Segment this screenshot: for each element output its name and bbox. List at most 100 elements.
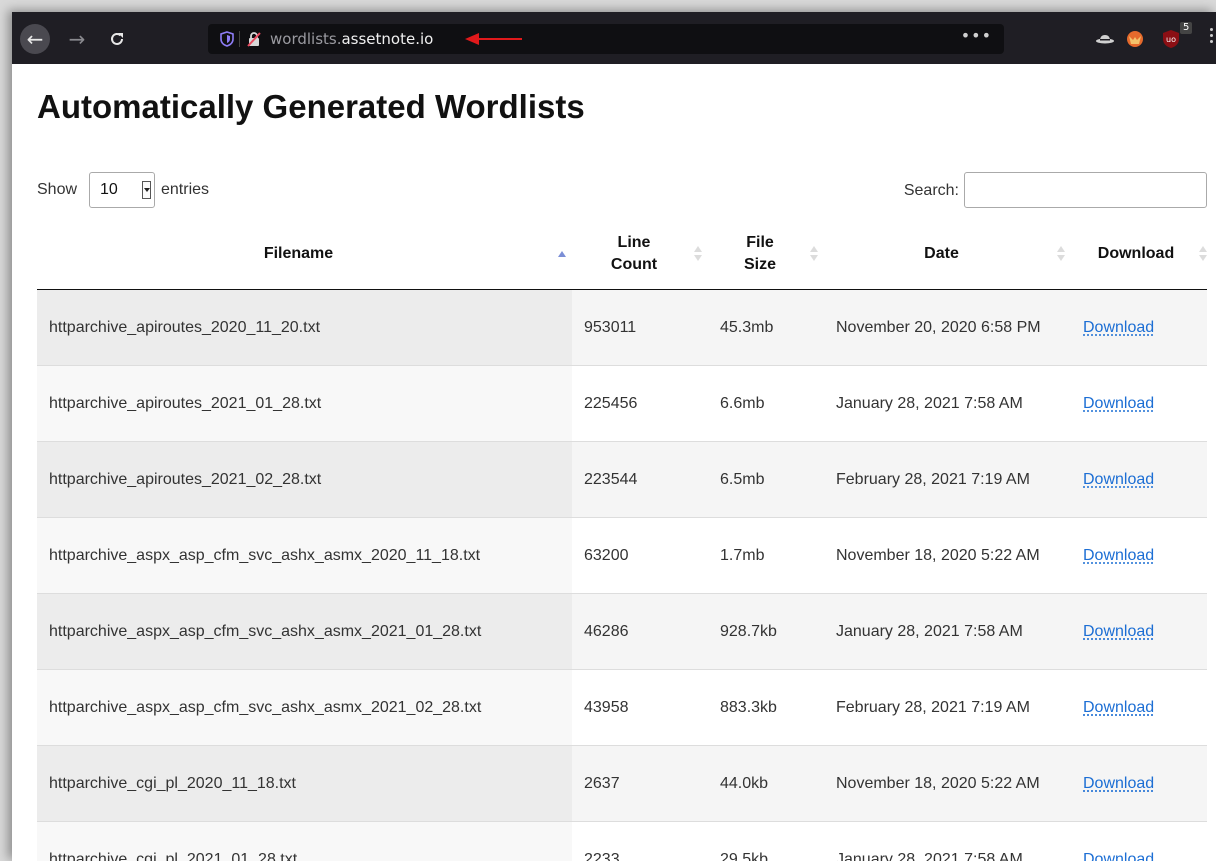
reload-icon [111, 32, 123, 45]
line-count-cell: 225456 [572, 365, 708, 442]
download-link[interactable]: Download [1083, 319, 1154, 336]
annotation-arrow-icon [465, 33, 522, 45]
download-cell: Download [1071, 365, 1207, 442]
filename-cell: httparchive_cgi_pl_2021_01_28.txt [37, 821, 572, 861]
foxyproxy-extension-icon[interactable] [1124, 28, 1146, 50]
download-cell: Download [1071, 289, 1207, 366]
date-cell: November 18, 2020 5:22 AM [824, 745, 1071, 822]
back-button[interactable]: ← [20, 24, 50, 54]
date-cell: November 20, 2020 6:58 PM [824, 289, 1071, 366]
download-cell: Download [1071, 593, 1207, 670]
line-count-cell: 63200 [572, 517, 708, 594]
file-size-cell: 883.3kb [708, 669, 824, 746]
filename-cell: httparchive_apiroutes_2020_11_20.txt [37, 289, 572, 366]
line-count-cell: 2637 [572, 745, 708, 822]
download-link[interactable]: Download [1083, 471, 1154, 488]
table-row: httparchive_apiroutes_2020_11_20.txt 953… [37, 289, 1207, 366]
address-bar[interactable]: wordlists.assetnote.io ••• [208, 24, 1004, 54]
table-row: httparchive_cgi_pl_2021_01_28.txt 2233 2… [37, 821, 1207, 861]
file-size-cell: 928.7kb [708, 593, 824, 670]
sort-icon [694, 246, 702, 262]
date-cell: January 28, 2021 7:58 AM [824, 821, 1071, 861]
download-link[interactable]: Download [1083, 395, 1154, 412]
line-count-cell: 953011 [572, 289, 708, 366]
shield-icon[interactable] [220, 31, 234, 47]
page-title: Automatically Generated Wordlists [37, 88, 585, 125]
download-link[interactable]: Download [1083, 623, 1154, 640]
table-row: httparchive_apiroutes_2021_02_28.txt 223… [37, 441, 1207, 518]
download-cell: Download [1071, 821, 1207, 861]
url-text[interactable]: wordlists.assetnote.io [270, 30, 433, 48]
extension-badge: 5 [1180, 22, 1193, 34]
table-row: httparchive_aspx_asp_cfm_svc_ashx_asmx_2… [37, 517, 1207, 594]
column-header-date[interactable]: Date [824, 219, 1071, 290]
file-size-cell: 1.7mb [708, 517, 824, 594]
download-link[interactable]: Download [1083, 547, 1154, 564]
download-cell: Download [1071, 441, 1207, 518]
table-header: Filename Line Count File Size Date Downl… [37, 219, 1207, 290]
download-link[interactable]: Download [1083, 775, 1154, 792]
column-header-file-size[interactable]: File Size [708, 219, 824, 290]
show-label: Show [37, 181, 78, 198]
url-host: assetnote.io [341, 30, 434, 48]
filename-cell: httparchive_cgi_pl_2020_11_18.txt [37, 745, 572, 822]
table-row: httparchive_aspx_asp_cfm_svc_ashx_asmx_2… [37, 669, 1207, 746]
sort-icon [1199, 246, 1207, 262]
date-cell: January 28, 2021 7:58 AM [824, 593, 1071, 670]
download-link[interactable]: Download [1083, 851, 1154, 861]
date-cell: November 18, 2020 5:22 AM [824, 517, 1071, 594]
table-row: httparchive_apiroutes_2021_01_28.txt 225… [37, 365, 1207, 442]
filename-cell: httparchive_aspx_asp_cfm_svc_ashx_asmx_2… [37, 517, 572, 594]
column-header-label: Line [617, 234, 651, 251]
url-prefix: wordlists. [270, 30, 342, 48]
entries-length-select[interactable]: 10 [89, 172, 155, 208]
wordlists-table: Filename Line Count File Size Date Downl… [37, 219, 1207, 861]
reload-button[interactable] [102, 24, 132, 54]
page-actions-button[interactable]: ••• [961, 26, 992, 45]
search-input[interactable] [964, 172, 1207, 208]
entries-label: entries [161, 181, 210, 198]
file-size-cell: 6.5mb [708, 441, 824, 518]
hat-extension-icon[interactable] [1094, 28, 1116, 50]
line-count-cell: 223544 [572, 441, 708, 518]
table-row: httparchive_aspx_asp_cfm_svc_ashx_asmx_2… [37, 593, 1207, 670]
download-cell: Download [1071, 745, 1207, 822]
ublock-origin-icon[interactable]: uo [1160, 28, 1182, 50]
browser-toolbar: ← → wordlists.assetnote.io ••• uo 5 [12, 12, 1216, 64]
arrow-left-icon: ← [26, 27, 44, 51]
forward-button[interactable]: → [62, 24, 92, 54]
dropdown-arrow-icon [142, 181, 151, 199]
date-cell: January 28, 2021 7:58 AM [824, 365, 1071, 442]
column-header-label: File [746, 234, 774, 251]
column-header-download[interactable]: Download [1071, 219, 1207, 290]
column-header-label: Date [924, 245, 959, 262]
sort-icon [1057, 246, 1065, 262]
column-header-label: Count [610, 256, 658, 273]
table-body: httparchive_apiroutes_2020_11_20.txt 953… [37, 289, 1207, 861]
sort-ascending-icon [558, 246, 566, 262]
filename-cell: httparchive_apiroutes_2021_02_28.txt [37, 441, 572, 518]
download-link[interactable]: Download [1083, 699, 1154, 716]
download-cell: Download [1071, 669, 1207, 746]
divider [239, 31, 240, 47]
date-cell: February 28, 2021 7:19 AM [824, 441, 1071, 518]
table-row: httparchive_cgi_pl_2020_11_18.txt 2637 4… [37, 745, 1207, 822]
line-count-cell: 2233 [572, 821, 708, 861]
svg-text:uo: uo [1166, 35, 1176, 44]
filename-cell: httparchive_apiroutes_2021_01_28.txt [37, 365, 572, 442]
menu-icon[interactable] [1210, 28, 1214, 48]
browser-window: ← → wordlists.assetnote.io ••• uo 5 Auto… [12, 12, 1216, 861]
column-header-filename[interactable]: Filename [37, 219, 572, 290]
column-header-line-count[interactable]: Line Count [572, 219, 708, 290]
entries-length-value: 10 [100, 181, 118, 198]
insecure-lock-icon[interactable] [246, 31, 262, 47]
search-label: Search: [903, 182, 959, 199]
file-size-cell: 29.5kb [708, 821, 824, 861]
sort-icon [810, 246, 818, 262]
arrow-right-icon: → [68, 27, 86, 51]
column-header-label: Size [743, 256, 776, 273]
column-header-label: Filename [263, 245, 334, 262]
filename-cell: httparchive_aspx_asp_cfm_svc_ashx_asmx_2… [37, 593, 572, 670]
filename-cell: httparchive_aspx_asp_cfm_svc_ashx_asmx_2… [37, 669, 572, 746]
line-count-cell: 43958 [572, 669, 708, 746]
